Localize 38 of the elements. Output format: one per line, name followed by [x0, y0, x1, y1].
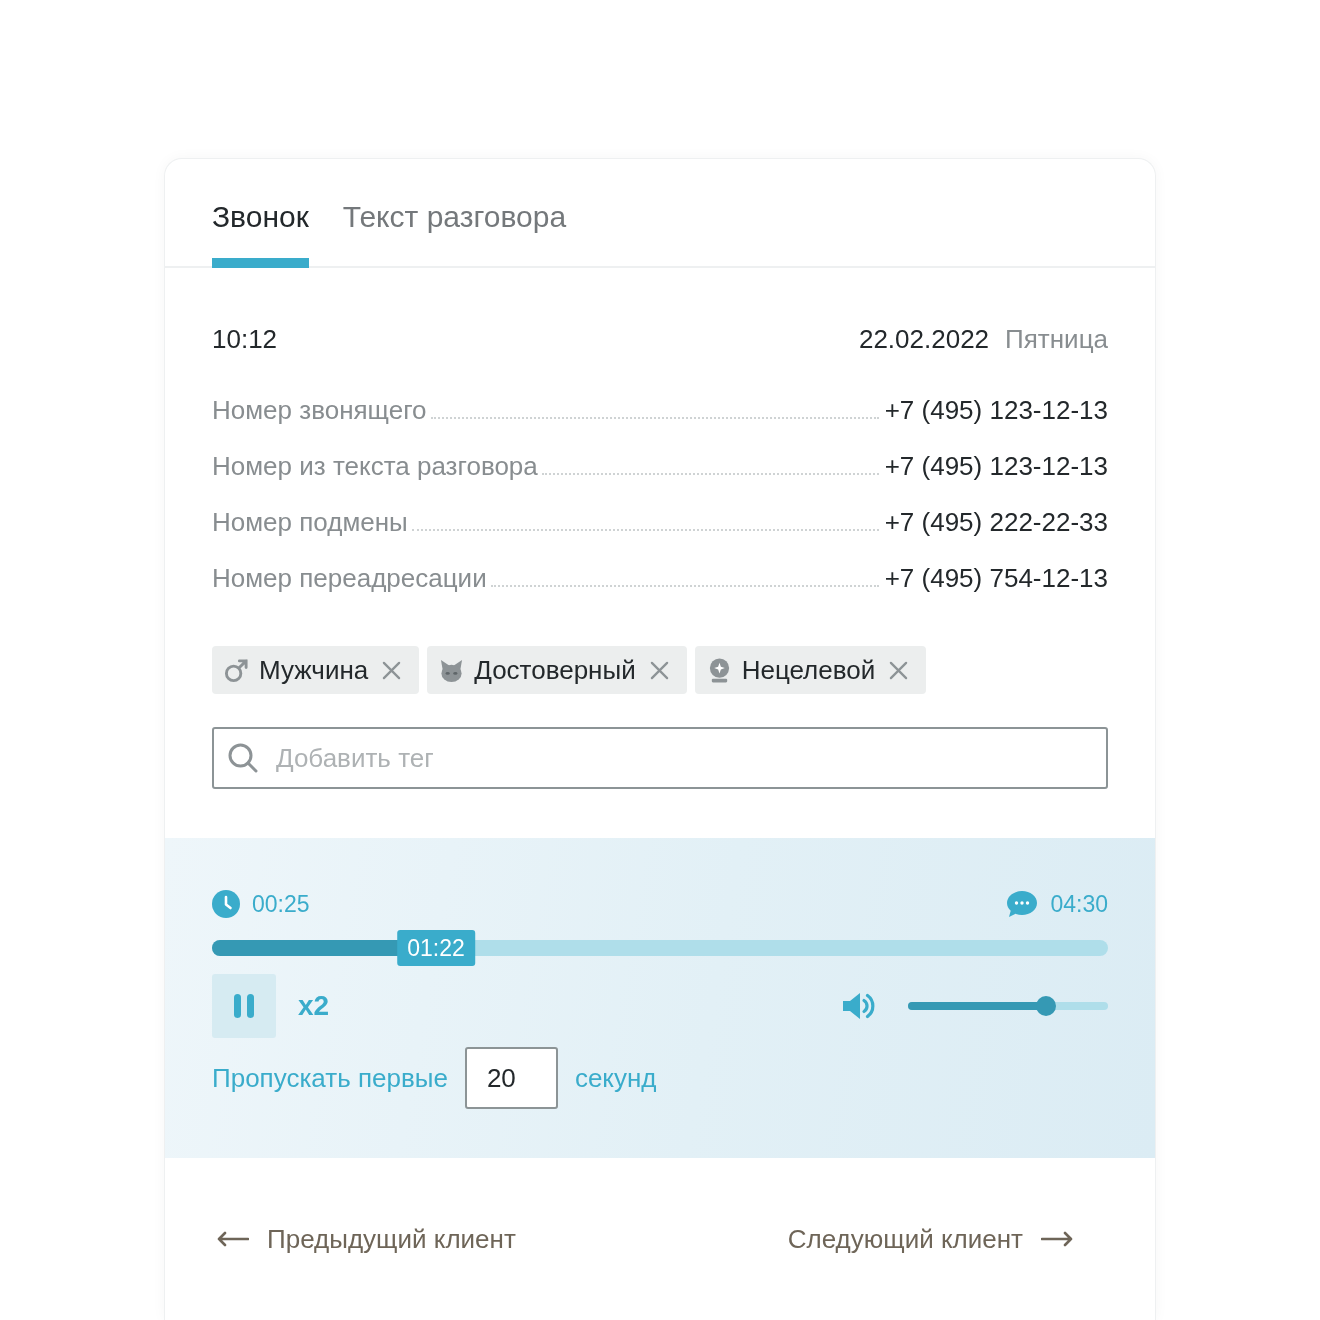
call-time: 10:12	[212, 323, 278, 356]
total-duration: 04:30	[1050, 890, 1108, 918]
number-label: Номер из текста разговора	[212, 450, 538, 483]
tab[interactable]: Звонок	[212, 200, 309, 268]
cat-head-icon	[439, 657, 465, 683]
phone-number: +7 (495) 123-12-13	[884, 394, 1108, 427]
search-icon	[228, 743, 258, 773]
elapsed-time: 00:25	[252, 890, 310, 918]
tab[interactable]: Текст разговора	[342, 200, 567, 268]
tag-label: Нецелевой	[741, 654, 876, 686]
arrow-right-icon	[1041, 1231, 1073, 1247]
phone-number: +7 (495) 222-22-33	[884, 506, 1108, 539]
skip-label: Пропускать первые	[212, 1062, 448, 1094]
skip-unit: секунд	[574, 1062, 657, 1094]
arrow-left-icon	[217, 1231, 249, 1247]
volume-handle[interactable]	[1036, 996, 1056, 1016]
pause-icon	[233, 993, 255, 1019]
call-weekday: Пятница	[1005, 323, 1108, 356]
clock-icon	[212, 890, 240, 918]
tag-label: Мужчина	[259, 654, 369, 686]
next-client-link[interactable]: Следующий клиент	[787, 1222, 1073, 1256]
call-date: 22.02.2022	[858, 323, 990, 356]
volume-track[interactable]	[908, 996, 1108, 1016]
tag-label: Достоверный	[474, 654, 636, 686]
number-label: Номер звонящего	[212, 394, 427, 427]
phone-number: +7 (495) 754-12-13	[884, 562, 1108, 595]
chat-bubble-icon	[1006, 890, 1039, 918]
tag-search-field[interactable]: Добавить тег	[212, 727, 1108, 789]
previous-client-link[interactable]: Предыдущий клиент	[217, 1222, 516, 1256]
skip-seconds-field[interactable]: 20	[464, 1047, 558, 1109]
close-icon[interactable]	[649, 660, 669, 680]
close-icon[interactable]	[889, 660, 909, 680]
number-label: Номер подмены	[212, 506, 408, 539]
male-symbol-icon	[224, 657, 249, 683]
pause-button[interactable]	[212, 974, 276, 1038]
close-icon[interactable]	[382, 660, 402, 680]
phone-number: +7 (495) 123-12-13	[884, 450, 1108, 483]
number-label: Номер переадресации	[212, 562, 487, 595]
